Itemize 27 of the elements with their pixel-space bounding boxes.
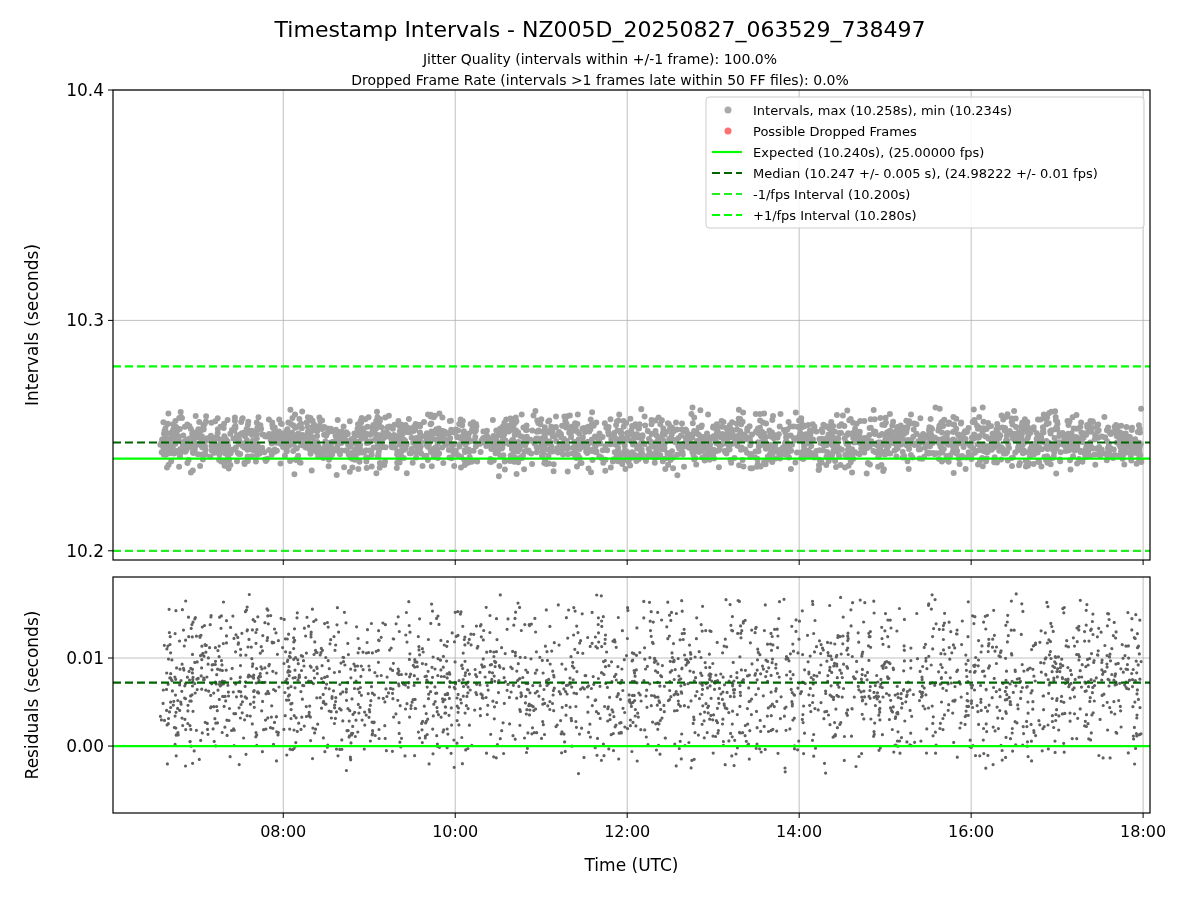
legend-line-icon [712,150,742,154]
tick-label: 0.00 [66,736,104,757]
chart-subtitle: Dropped Frame Rate (intervals >1 frames late within 50 FF files): 0.0% [351,72,849,88]
chart-subtitle: Jitter Quality (intervals within +/-1 frame): 100.0% [422,51,778,67]
legend-label: +1/fps Interval (10.280s) [753,207,917,223]
tick-label: 08:00 [260,822,307,841]
legend-line-icon [712,192,742,196]
tick-label: 12:00 [604,822,651,841]
axis-label: Intervals (seconds) [22,243,42,407]
legend-label: Possible Dropped Frames [753,123,917,139]
tick-label: 10:00 [432,822,479,841]
tick-label: 16:00 [948,822,995,841]
legend-label: -1/fps Interval (10.200s) [753,186,911,202]
tick-label: 18:00 [1120,822,1167,841]
legend-label: Expected (10.240s), (25.00000 fps) [753,144,985,160]
tick-label: 10.2 [66,540,104,561]
legend-line-icon [712,213,742,217]
axis-label: Residuals (seconds) [22,610,42,780]
chart-title: Timestamp Intervals - NZ005D_20250827_063529_738497 [274,17,926,42]
legend-line-icon [712,171,742,175]
axis-label: Time (UTC) [584,855,679,875]
tick-label: 10.3 [66,310,104,331]
legend-label: Median (10.247 +/- 0.005 s), (24.98222 +/- 0.01 fps) [753,165,1098,181]
tick-label: 0.01 [66,648,104,668]
tick-label: 10.4 [66,80,104,100]
tick-label: 14:00 [776,822,823,841]
legend-label: Intervals, max (10.258s), min (10.234s) [753,102,1012,118]
